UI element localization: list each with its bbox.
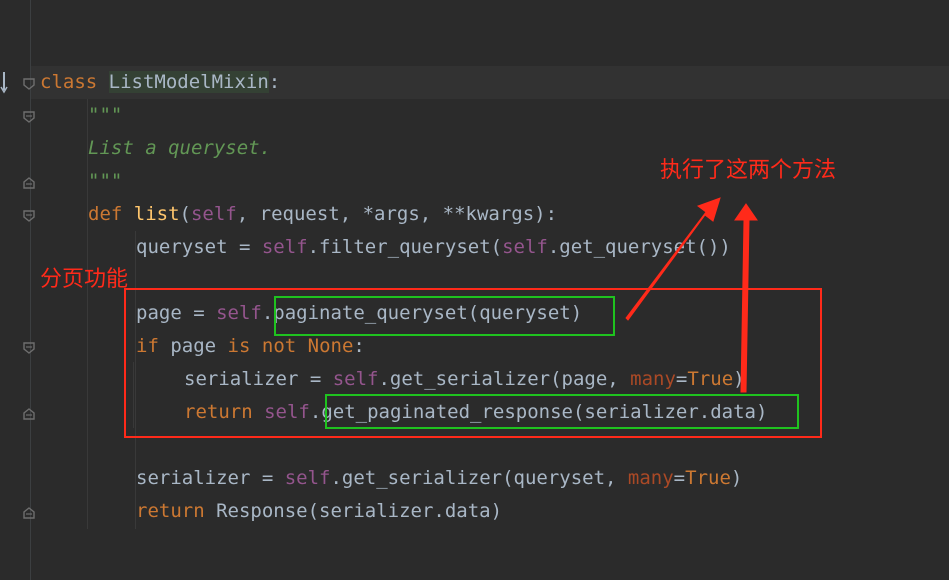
pagination-label: 分页功能	[40, 267, 129, 292]
code-text: .get_queryset())	[547, 236, 731, 258]
code-text: )	[730, 467, 743, 489]
fold-open-icon[interactable]	[22, 110, 36, 124]
code-line-1[interactable]: class ListModelMixin:	[40, 66, 280, 99]
paginate-queryset-highlight	[274, 296, 615, 336]
code-text: .get_serializer(queryset,	[330, 467, 628, 489]
code-text: queryset =	[136, 236, 262, 258]
paren: (	[179, 203, 191, 225]
code-line-6[interactable]: queryset = self.filter_queryset(self.get…	[136, 231, 731, 264]
named-param: many	[627, 467, 674, 489]
methods-label: 执行了这两个方法	[660, 158, 837, 183]
code-text: =	[673, 467, 686, 489]
params: , request, *args, **kwargs):	[236, 203, 558, 225]
code-line-5[interactable]: def list(self, request, *args, **kwargs)…	[88, 198, 557, 231]
function-name: list	[133, 203, 180, 225]
keyword-return: return	[136, 500, 205, 522]
code-text: Response(serializer.data)	[204, 500, 503, 522]
fold-open-icon[interactable]	[22, 77, 36, 91]
colon: :	[268, 71, 281, 93]
fold-close-icon[interactable]	[22, 176, 36, 190]
fold-open-icon[interactable]	[22, 209, 36, 223]
code-line-3[interactable]: List a queryset.	[88, 132, 271, 165]
code-line-2[interactable]: """	[88, 99, 122, 132]
paginated-response-highlight	[325, 394, 799, 429]
keyword-true: True	[685, 467, 731, 489]
code-text: serializer =	[136, 467, 285, 489]
fold-close-icon[interactable]	[22, 506, 36, 520]
self-keyword: self	[261, 236, 308, 258]
code-line-4[interactable]: """	[88, 165, 122, 198]
code-line-12[interactable]: return Response(serializer.data)	[136, 495, 502, 528]
bookmark-arrow-icon[interactable]	[0, 72, 10, 94]
class-name: ListModelMixin	[108, 71, 269, 93]
keyword-class: class	[40, 71, 109, 93]
self-keyword: self	[284, 467, 331, 489]
self-keyword: self	[190, 203, 237, 225]
fold-close-icon[interactable]	[22, 407, 36, 421]
self-keyword: self	[502, 236, 548, 258]
keyword-def: def	[88, 203, 134, 225]
fold-open-icon[interactable]	[22, 341, 36, 355]
code-line-11[interactable]: serializer = self.get_serializer(queryse…	[136, 462, 742, 495]
code-text: .filter_queryset(	[307, 236, 503, 258]
